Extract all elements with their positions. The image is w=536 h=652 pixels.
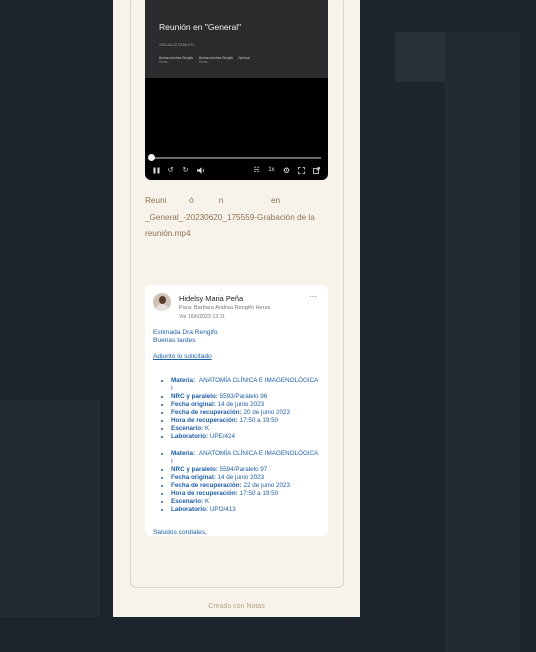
fullscreen-icon[interactable] [297,165,306,175]
list-item: Fecha original: 14 de junio 2023 [171,474,321,482]
volume-icon[interactable] [196,165,205,175]
list-item: Fecha de recuperación: 22 de junio 2023 [171,482,321,490]
list-item: Materia: ANATOMÍA CLÍNICA E IMAGENOLÓGIC… [171,450,321,466]
playback-speed-button[interactable]: 1x [267,165,276,175]
forward-10-icon[interactable]: ↻ [181,165,190,175]
pop-out-icon[interactable] [312,165,321,175]
list-item: NRC y paralelo: 5593/Paralelo 96 [171,393,321,401]
more-options-icon[interactable]: ··· [309,292,317,301]
attachment-filename[interactable]: Reuni ó n en _General_-20230620_175559-G… [145,193,331,243]
list-item: Laboratorio: UPE/424 [171,433,321,441]
participant: Barbara Andrea Rengifo Heras [199,56,234,64]
background-shape [395,32,445,82]
course-block-2: Materia: ANATOMÍA CLÍNICA E IMAGENOLÓGIC… [159,450,321,514]
email-screenshot: Hidelsy Maria Peña Para: Barbara Andrea … [145,285,328,536]
background-shape [0,400,100,617]
avatar [153,293,171,311]
list-item: Escenario: K [171,498,321,506]
email-recipient: Para: Barbara Andrea Rengifo Heras [179,305,271,311]
participant: Barbara Andrea Rengifo Heras [159,56,194,64]
video-title: Reunión en "General" [159,22,242,32]
list-item: Fecha original: 14 de junio 2023 [171,401,321,409]
list-item: Materia: ANATOMÍA CLÍNICA E IMAGENOLÓGIC… [171,377,321,393]
participant: Optional [238,56,250,60]
email-date: Vie 16/6/2023 13:11 [179,314,225,320]
video-date: 2023-06-20 23:56 UTC [159,43,195,47]
course-block-1: Materia: ANATOMÍA CLÍNICA E IMAGENOLÓGIC… [159,377,321,441]
email-greeting: Estimada Dra Rengifo [153,329,218,336]
pause-icon[interactable] [152,165,161,175]
video-preview: Reunión en "General" 2023-06-20 23:56 UT… [145,0,328,78]
email-greeting-2: Buenas tardes [153,337,196,344]
footer-text: Creado con Notas [208,603,265,610]
settings-gear-icon[interactable]: ⚙ [282,165,291,175]
list-item: Laboratorio: UPO/413 [171,506,321,514]
list-item: Fecha de recuperación: 20 de junio 2023 [171,409,321,417]
email-intro: Adjunto lo solicitado [153,353,212,360]
rewind-10-icon[interactable]: ↺ [166,165,175,175]
list-item: Hora de recuperación: 17:50 a 19:50 [171,417,321,425]
captions-icon[interactable]: ☵ [252,165,261,175]
progress-handle[interactable] [148,154,155,161]
list-item: Escenario: K [171,425,321,433]
email-closing: Saludos cordiales, [153,529,207,536]
video-player[interactable]: Reunión en "General" 2023-06-20 23:56 UT… [145,0,328,180]
email-sender: Hidelsy Maria Peña [179,294,244,303]
progress-track[interactable] [151,157,321,159]
list-item: NRC y paralelo: 5594/Paralelo 97 [171,466,321,474]
list-item: Hora de recuperación: 17:50 a 19:50 [171,490,321,498]
background-shape [445,32,520,652]
